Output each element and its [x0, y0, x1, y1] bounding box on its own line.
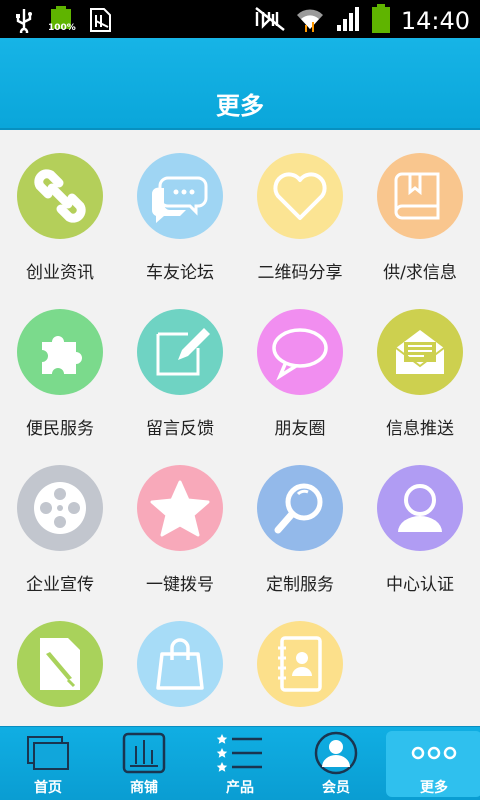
tile-circle — [377, 309, 463, 395]
usb-icon — [14, 7, 34, 37]
tile-label: 中心认证 — [386, 575, 454, 595]
star-list-icon — [216, 734, 262, 772]
film-reel-icon — [34, 482, 86, 534]
page-title: 更多 — [216, 92, 264, 120]
tile-label: 留言反馈 — [146, 419, 214, 439]
tile-label: 信息推送 — [386, 419, 454, 439]
nav-home[interactable]: 首页 — [0, 727, 96, 800]
nav-label: 首页 — [34, 780, 62, 796]
mail-icon — [395, 330, 445, 374]
tile-circle — [257, 309, 343, 395]
nav-shop[interactable]: 商铺 — [96, 727, 192, 800]
tile-label: 一键拨号 — [146, 575, 214, 595]
tile-circle — [257, 153, 343, 239]
tile-label: 企业宣传 — [26, 575, 94, 595]
nav-label: 会员 — [322, 780, 350, 796]
battery-full-icon: 100% — [48, 6, 76, 38]
tile-circle — [17, 153, 103, 239]
tile-circle — [137, 153, 223, 239]
nav-member[interactable]: 会员 — [288, 727, 384, 800]
book-icon — [394, 172, 440, 220]
tile-circle — [377, 153, 463, 239]
tile-label: 创业资讯 — [26, 263, 94, 283]
tile-circle — [137, 621, 223, 707]
status-bar: 100% 14:40 — [0, 0, 480, 38]
speech-bubble-icon — [272, 328, 328, 381]
tile-label: 便民服务 — [26, 419, 94, 439]
nav-label: 产品 — [226, 780, 254, 796]
link-icon — [34, 169, 86, 223]
tile-circle — [257, 465, 343, 551]
heart-icon — [273, 172, 327, 220]
tile-circle — [257, 621, 343, 707]
document-edit-icon — [40, 638, 80, 690]
tile-moments[interactable]: 朋友圈 — [240, 288, 360, 444]
tile-label: 二维码分享 — [257, 263, 343, 283]
tile-qr-share[interactable]: 二维码分享 — [240, 132, 360, 288]
tile-circle — [17, 621, 103, 707]
tile-car-forum[interactable]: 车友论坛 — [120, 132, 240, 288]
shopping-bag-icon — [156, 638, 204, 690]
tile-circle — [137, 465, 223, 551]
tile-supply-demand[interactable]: 供/求信息 — [360, 132, 480, 288]
puzzle-icon — [42, 336, 82, 374]
tile-circle — [137, 309, 223, 395]
tile-label: 朋友圈 — [274, 419, 326, 439]
tile-label: 车友论坛 — [146, 263, 214, 283]
more-dots-icon — [411, 746, 457, 760]
tile-label: 供/求信息 — [383, 263, 457, 283]
shop-chart-icon — [122, 732, 166, 774]
mute-icon — [255, 6, 285, 36]
tile-entrepreneurship-news[interactable]: 创业资讯 — [0, 132, 120, 288]
tile-push-notifications[interactable]: 信息推送 — [360, 288, 480, 444]
tile-label: 定制服务 — [266, 575, 334, 595]
tile-feedback[interactable]: 留言反馈 — [120, 288, 240, 444]
sd-card-icon — [88, 7, 114, 37]
nav-label: 商铺 — [130, 780, 158, 796]
contact-book-icon — [278, 636, 322, 692]
battery-level-text: 100% — [48, 23, 76, 33]
nav-products[interactable]: 产品 — [192, 727, 288, 800]
magnifier-icon — [274, 483, 323, 534]
star-icon — [150, 480, 210, 537]
member-avatar-icon — [314, 731, 358, 775]
home-windows-icon — [27, 736, 69, 770]
user-icon — [398, 484, 442, 532]
chat-bubbles-icon — [151, 176, 208, 223]
tile-circle — [17, 465, 103, 551]
tile-center-certification[interactable]: 中心认证 — [360, 444, 480, 600]
battery-icon — [371, 4, 391, 38]
tile-circle — [377, 465, 463, 551]
tile-circle — [17, 309, 103, 395]
bottom-nav: 首页 商铺 产品 会员 更多 — [0, 726, 480, 800]
tile-one-click-dial[interactable]: 一键拨号 — [120, 444, 240, 600]
tile-company-promo[interactable]: 企业宣传 — [0, 444, 120, 600]
clock: 14:40 — [400, 7, 470, 35]
nav-label: 更多 — [420, 780, 448, 796]
app-header: 更多 — [0, 38, 480, 130]
feature-grid: 创业资讯 车友论坛 二维码分享 供/求信息 便民服务 留言反馈 朋友圈 信息推送… — [0, 132, 480, 728]
edit-icon — [156, 328, 210, 376]
tile-convenience-services[interactable]: 便民服务 — [0, 288, 120, 444]
wifi-icon — [295, 5, 325, 37]
tile-custom-service[interactable]: 定制服务 — [240, 444, 360, 600]
signal-icon — [335, 5, 361, 37]
nav-more[interactable]: 更多 — [386, 731, 480, 797]
